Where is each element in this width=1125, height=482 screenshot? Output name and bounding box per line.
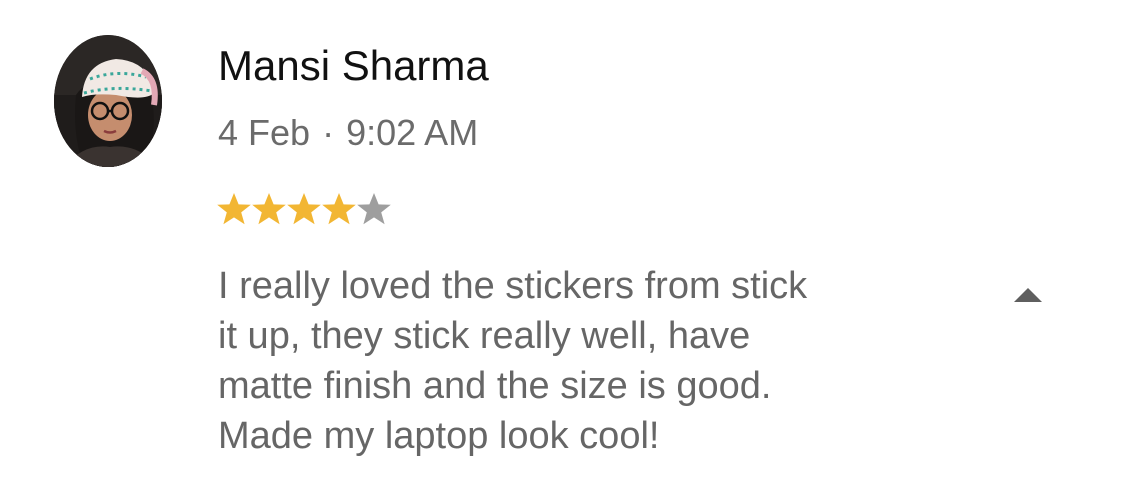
review-card: Mansi Sharma 4 Feb · 9:02 AM I really lo… — [0, 0, 1125, 482]
review-timestamp: 4 Feb · 9:02 AM — [218, 110, 478, 156]
star-filled-icon — [321, 191, 357, 227]
review-text-line: it up, they stick really well, have — [218, 315, 751, 357]
star-filled-icon — [286, 191, 322, 227]
user-photo-avatar-icon — [54, 35, 162, 167]
review-text-line: I really loved the stickers from stick — [218, 265, 808, 307]
star-filled-icon — [216, 191, 252, 227]
timestamp-separator: · — [322, 112, 335, 153]
collapse-review-button[interactable] — [1006, 278, 1050, 310]
reviewer-name: Mansi Sharma — [218, 42, 489, 89]
avatar[interactable] — [54, 35, 162, 167]
review-text: I really loved the stickers from stick i… — [218, 261, 958, 461]
star-rating — [216, 186, 391, 232]
review-text-line: Made my laptop look cool! — [218, 415, 660, 457]
star-filled-icon — [251, 191, 287, 227]
review-time: 9:02 AM — [346, 112, 479, 153]
chevron-up-icon — [1014, 288, 1042, 302]
star-empty-icon — [356, 191, 392, 227]
review-date: 4 Feb — [218, 112, 311, 153]
review-text-line: matte finish and the size is good. — [218, 365, 772, 407]
